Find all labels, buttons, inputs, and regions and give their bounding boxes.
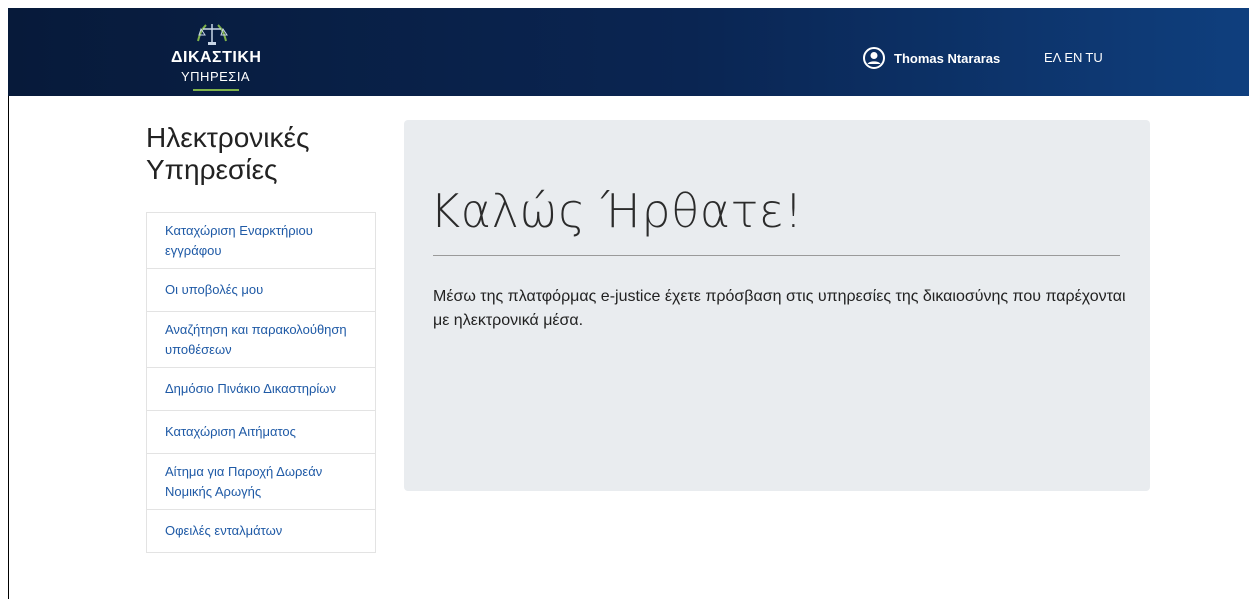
sidebar-title: Ηλεκτρονικές Υπηρεσίες (146, 122, 310, 185)
menu-item-warrant-debts[interactable]: Οφειλές ενταλμάτων (147, 510, 375, 553)
menu-item-initial-document[interactable]: Καταχώριση Εναρκτήριου εγγράφου (147, 213, 375, 269)
lang-el[interactable]: ΕΛ (1044, 50, 1061, 65)
menu-item-my-submissions[interactable]: Οι υποβολές μου (147, 269, 375, 312)
menu-item-request-filing[interactable]: Καταχώριση Αιτήματος (147, 411, 375, 454)
window-edge (8, 96, 9, 599)
top-navbar: ΔΙΚΑΣΤΙΚΗ ΥΠΗΡΕΣΙΑ Thomas Ntararas ΕΛ EN… (8, 8, 1249, 96)
menu-item-court-docket[interactable]: Δημόσιο Πινάκιο Δικαστηρίων (147, 368, 375, 411)
heading-divider (433, 255, 1120, 256)
welcome-lead-text: Μέσω της πλατφόρμας e-justice έχετε πρόσ… (433, 288, 1126, 329)
scales-emblem-icon (197, 24, 228, 45)
lang-tu[interactable]: TU (1085, 50, 1102, 65)
logo-title: ΔΙΚΑΣΤΙΚΗ (171, 49, 262, 66)
site-logo[interactable]: ΔΙΚΑΣΤΙΚΗ ΥΠΗΡΕΣΙΑ (171, 21, 281, 97)
logo-subtitle: ΥΠΗΡΕΣΙΑ (181, 69, 251, 84)
user-avatar-icon (863, 47, 885, 69)
services-menu: Καταχώριση Εναρκτήριου εγγράφου Οι υποβο… (146, 212, 376, 553)
language-switcher: ΕΛ EN TU (1044, 50, 1103, 65)
menu-item-legal-aid[interactable]: Αίτημα για Παροχή Δωρεάν Νομικής Αρωγής (147, 454, 375, 510)
welcome-heading: Καλώς Ήρθατε! (430, 184, 804, 238)
user-name: Thomas Ntararas (894, 50, 1001, 66)
menu-item-case-search[interactable]: Αναζήτηση και παρακολούθηση υποθέσεων (147, 312, 375, 368)
page: ΔΙΚΑΣΤΙΚΗ ΥΠΗΡΕΣΙΑ Thomas Ntararas ΕΛ EN… (0, 0, 1249, 599)
user-menu[interactable]: Thomas Ntararas (863, 46, 1000, 70)
lang-en[interactable]: EN (1064, 50, 1082, 65)
logo-underline (193, 89, 239, 91)
welcome-panel: Καλώς Ήρθατε! Μέσω της πλατφόρμας e-just… (404, 120, 1150, 491)
